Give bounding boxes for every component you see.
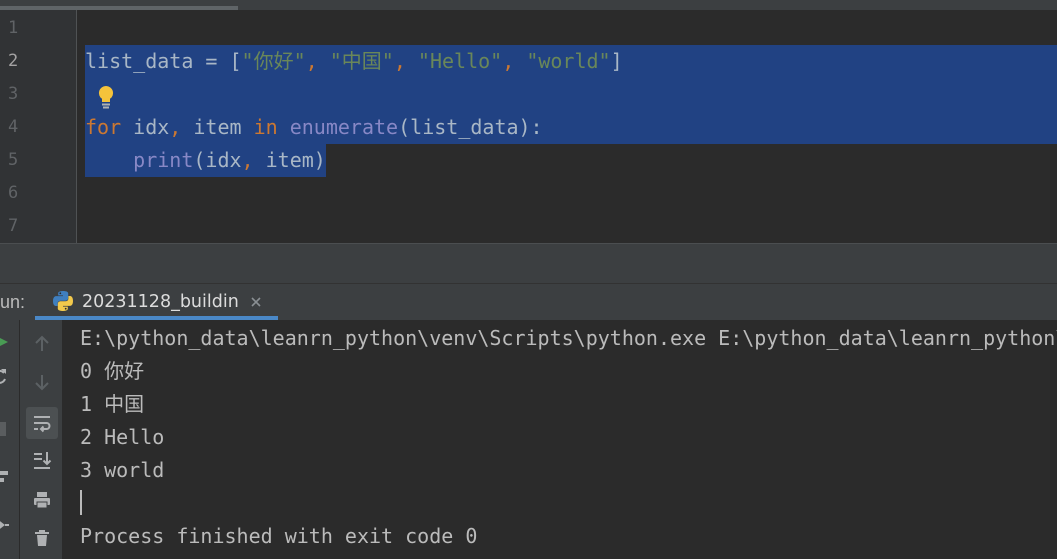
identifier-token: item	[181, 115, 254, 139]
line-number-current[interactable]: 2	[0, 45, 76, 78]
run-console[interactable]: E:\python_data\leanrn_python\venv\Script…	[0, 320, 1057, 559]
code-line[interactable]: print(idx, item)	[85, 144, 1057, 177]
identifier-token: item)	[253, 148, 326, 172]
string-token: "world"	[526, 49, 611, 73]
console-output[interactable]: E:\python_data\leanrn_python\venv\Script…	[80, 322, 1057, 559]
comma-token: ,	[305, 49, 330, 73]
run-output-toolbar	[20, 320, 62, 559]
code-line[interactable]	[85, 177, 1057, 210]
comma-token: ,	[241, 148, 254, 172]
text-cursor	[80, 490, 82, 515]
console-output-line: 0 你好	[80, 359, 145, 383]
line-number[interactable]: 6	[0, 177, 76, 210]
identifier-token: idx	[121, 115, 170, 139]
stop-icon[interactable]	[0, 422, 6, 436]
run-config-tab[interactable]: 20231128_buildin	[35, 284, 278, 320]
code-line[interactable]	[85, 210, 1057, 243]
identifier-token: (list_data):	[398, 115, 543, 139]
code-text-area[interactable]: list_data = ["你好", "中国", "Hello", "world…	[85, 12, 1057, 243]
identifier-token: list_data = [	[85, 49, 242, 73]
run-panel-title: un:	[0, 292, 26, 312]
identifier-token: (idx	[193, 148, 242, 172]
keyword-token: in	[253, 115, 278, 139]
console-output-line: 2 Hello	[80, 425, 165, 449]
line-numbers: 1 2 3 4 5 6 7	[0, 12, 76, 243]
string-token: "你好"	[241, 49, 306, 73]
editor-file-tab[interactable]	[0, 0, 238, 10]
run-tab-label: 20231128_buildin	[82, 292, 239, 312]
comma-token: ,	[169, 115, 182, 139]
comma-token: ,	[393, 49, 418, 73]
code-line-selected[interactable]	[85, 78, 1057, 111]
rerun-icon[interactable]	[0, 368, 7, 384]
code-editor[interactable]: 1 2 3 4 5 6 7 list_data = ["你好", "中国", "…	[0, 10, 1057, 243]
line-number[interactable]: 5	[0, 144, 76, 177]
close-icon[interactable]	[250, 296, 262, 308]
run-panel-header: un: 20231128_buildin	[0, 283, 1057, 320]
pin-icon[interactable]	[0, 517, 10, 533]
builtin-token: enumerate	[277, 115, 399, 139]
partial-selection: print(idx, item)	[85, 144, 326, 177]
bracket-token: ]	[610, 49, 623, 73]
line-number[interactable]: 3	[0, 78, 76, 111]
editor-tab-strip	[0, 0, 1057, 10]
python-icon	[53, 291, 73, 311]
string-token: "中国"	[329, 49, 394, 73]
scroll-to-end-icon[interactable]	[32, 450, 52, 470]
console-command-line: E:\python_data\leanrn_python\venv\Script…	[80, 326, 1057, 350]
editor-gutter[interactable]: 1 2 3 4 5 6 7	[0, 10, 77, 243]
builtin-token: print	[133, 148, 194, 172]
lightbulb-icon[interactable]	[97, 85, 115, 109]
line-number[interactable]: 1	[0, 12, 76, 45]
print-icon[interactable]	[32, 490, 52, 510]
run-icon[interactable]	[0, 334, 8, 350]
down-arrow-icon[interactable]	[32, 372, 52, 392]
console-output-line: 3 world	[80, 458, 165, 482]
keyword-token: for	[85, 115, 122, 139]
code-line-selected[interactable]: list_data = ["你好", "中国", "Hello", "world…	[85, 45, 1057, 78]
up-arrow-icon[interactable]	[32, 334, 52, 354]
layout-icon[interactable]	[0, 469, 8, 485]
comma-token: ,	[502, 49, 527, 73]
console-exit-message: Process finished with exit code 0	[80, 524, 478, 548]
editor-bottom-bar	[0, 243, 1057, 283]
string-token: "Hello"	[417, 49, 503, 73]
trash-icon[interactable]	[32, 528, 52, 548]
code-line[interactable]	[85, 12, 1057, 45]
console-input-line[interactable]	[80, 487, 1057, 520]
line-number[interactable]: 4	[0, 111, 76, 144]
soft-wrap-icon[interactable]	[32, 413, 52, 433]
run-left-toolbar	[0, 320, 19, 559]
line-number[interactable]: 7	[0, 210, 76, 243]
code-line-selected[interactable]: for idx, item in enumerate(list_data):	[85, 111, 1057, 144]
console-output-line: 1 中国	[80, 392, 145, 416]
